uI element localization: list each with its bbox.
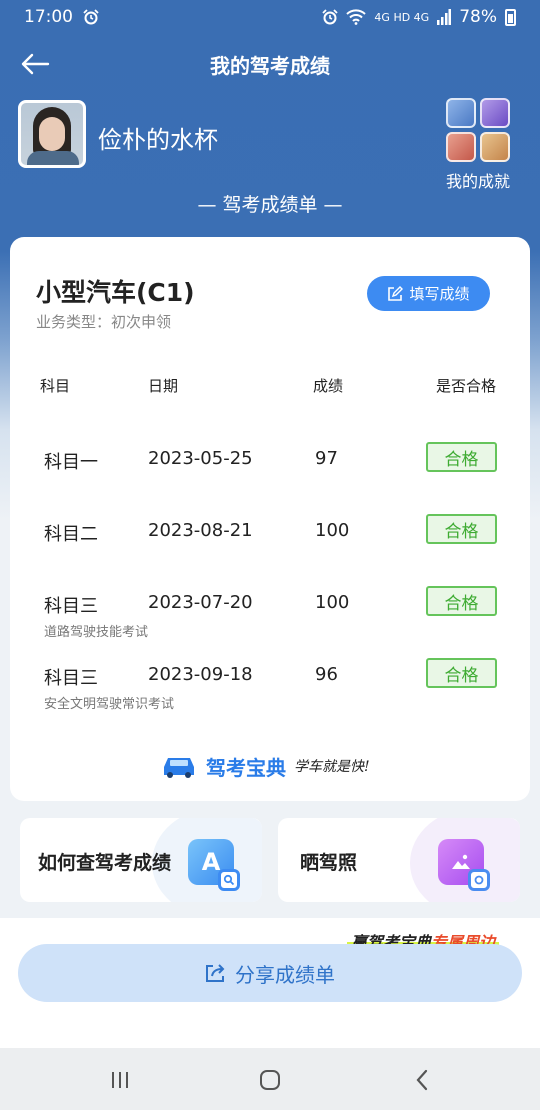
system-back-button[interactable] bbox=[402, 1066, 442, 1094]
section-title: — 驾考成绩单 — bbox=[197, 194, 343, 216]
score-cell: 96 bbox=[315, 664, 338, 685]
avatar[interactable] bbox=[18, 100, 86, 168]
recent-apps-icon bbox=[112, 1072, 128, 1088]
edit-icon bbox=[388, 285, 404, 301]
score-card: 小型汽车(C1) 业务类型：初次申领 填写成绩 科目 日期 成绩 是否合格 科目… bbox=[10, 237, 530, 801]
subject-cell: 科目二 bbox=[44, 524, 98, 545]
app-header: 我的驾考成绩 bbox=[0, 40, 540, 88]
badge-icon bbox=[446, 98, 476, 128]
fill-score-button[interactable]: 填写成绩 bbox=[367, 276, 490, 311]
date-cell: 2023-09-18 bbox=[148, 664, 253, 685]
tile-label: 如何查驾考成绩 bbox=[38, 852, 172, 874]
badge-icon bbox=[480, 132, 510, 162]
tile-label: 晒驾照 bbox=[300, 852, 358, 874]
battery-percent: 78% bbox=[459, 7, 497, 27]
subject-cell: 科目三 bbox=[44, 668, 98, 689]
signal-icon bbox=[437, 9, 452, 25]
wifi-icon bbox=[346, 9, 367, 25]
table-row: 科目三 2023-09-18 96 合格 安全文明驾驶常识考试 bbox=[10, 658, 530, 724]
achievements-button[interactable]: 我的成就 bbox=[442, 98, 514, 192]
table-header: 科目 日期 成绩 是否合格 bbox=[10, 375, 530, 395]
badge-icon bbox=[480, 98, 510, 128]
home-icon bbox=[260, 1070, 280, 1090]
search-score-icon: A bbox=[188, 839, 240, 891]
subject-note: 安全文明驾驶常识考试 bbox=[44, 697, 175, 712]
achievements-label: 我的成就 bbox=[445, 172, 510, 191]
status-bar: 17:00 4G HD 4G 78% bbox=[0, 0, 540, 34]
column-header: 科目 bbox=[40, 377, 71, 395]
business-type: 业务类型：初次申领 bbox=[36, 313, 172, 331]
date-cell: 2023-05-25 bbox=[148, 448, 253, 469]
recent-apps-button[interactable] bbox=[100, 1066, 140, 1094]
table-row: 科目一 2023-05-25 97 合格 bbox=[10, 442, 530, 508]
table-row: 科目三 2023-07-20 100 合格 道路驾驶技能考试 bbox=[10, 586, 530, 652]
table-row: 科目二 2023-08-21 100 合格 bbox=[10, 514, 530, 580]
column-header: 日期 bbox=[148, 377, 179, 395]
brand-slogan: 学车就是快! bbox=[294, 759, 370, 775]
subject-cell: 科目一 bbox=[44, 452, 98, 473]
pass-badge: 合格 bbox=[426, 658, 497, 688]
date-cell: 2023-08-21 bbox=[148, 520, 253, 541]
share-icon bbox=[206, 964, 225, 982]
alarm-icon bbox=[83, 9, 99, 25]
badge-icon bbox=[446, 132, 476, 162]
car-icon bbox=[164, 758, 194, 778]
page-title: 我的驾考成绩 bbox=[210, 53, 330, 78]
score-cell: 97 bbox=[315, 448, 338, 469]
column-header: 是否合格 bbox=[436, 377, 497, 395]
date-cell: 2023-07-20 bbox=[148, 592, 253, 613]
share-button[interactable]: 分享成绩单 bbox=[18, 944, 522, 1002]
chevron-left-icon bbox=[416, 1069, 428, 1091]
subject-cell: 科目三 bbox=[44, 596, 98, 617]
photo-icon bbox=[438, 839, 490, 891]
score-cell: 100 bbox=[315, 520, 350, 541]
fill-score-label: 填写成绩 bbox=[409, 285, 470, 303]
vehicle-type: 小型汽车(C1) bbox=[36, 278, 195, 307]
network-indicator: 4G HD 4G bbox=[374, 10, 430, 24]
brand-logo: 驾考宝典 学车就是快! bbox=[160, 749, 390, 783]
arrow-left-icon bbox=[21, 53, 50, 75]
pass-badge: 合格 bbox=[426, 514, 497, 544]
pass-badge: 合格 bbox=[426, 586, 497, 616]
subject-note: 道路驾驶技能考试 bbox=[44, 625, 149, 640]
score-cell: 100 bbox=[315, 592, 350, 613]
back-button[interactable] bbox=[18, 48, 52, 80]
show-license-tile[interactable]: 晒驾照 bbox=[278, 818, 520, 902]
alarm-icon bbox=[322, 9, 339, 25]
battery-icon bbox=[505, 8, 516, 26]
share-label: 分享成绩单 bbox=[235, 962, 335, 987]
username: 俭朴的水杯 bbox=[98, 126, 218, 154]
pass-badge: 合格 bbox=[426, 442, 497, 472]
brand-name: 驾考宝典 bbox=[206, 755, 286, 780]
how-to-check-score-tile[interactable]: 如何查驾考成绩 A bbox=[20, 818, 262, 902]
column-header: 成绩 bbox=[313, 377, 344, 395]
status-time: 17:00 bbox=[24, 7, 73, 27]
system-nav-bar bbox=[0, 1048, 540, 1110]
home-button[interactable] bbox=[250, 1066, 290, 1094]
